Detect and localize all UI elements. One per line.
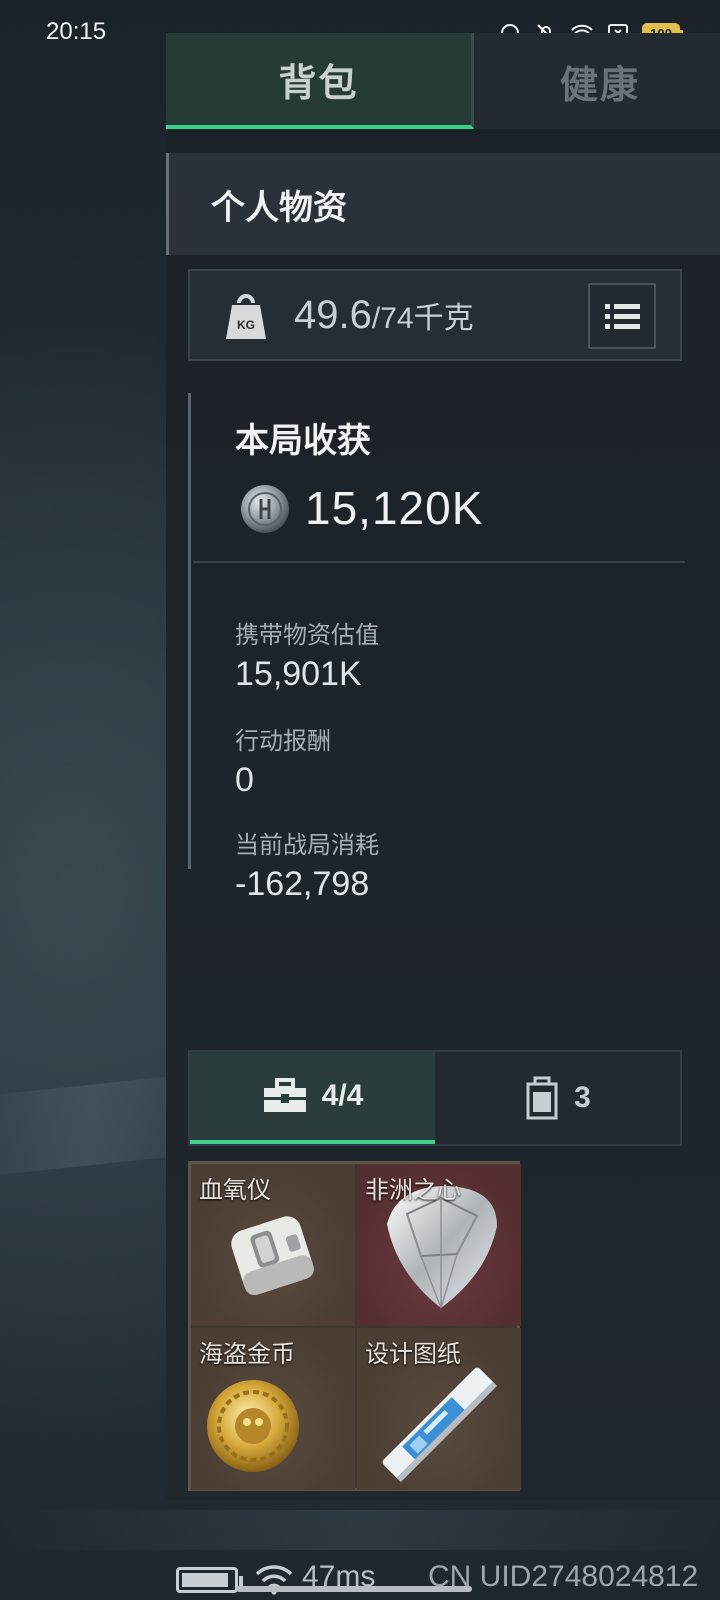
home-indicator[interactable]	[236, 1586, 472, 1592]
item-label: 非洲之心	[365, 1177, 461, 1204]
inventory-panel: 背包 健康 个人物资 KG 49.6/74千克 本局收获 15,120K 携带物…	[166, 33, 720, 1500]
stat-value-consumption: -162,798	[235, 865, 370, 903]
list-view-button[interactable]	[588, 283, 656, 349]
weight-max: /74千克	[371, 302, 474, 335]
backpack-count: 3	[574, 1081, 591, 1114]
harvest-summary: 本局收获 15,120K 携带物资估值 15,901K 行动报酬 0 当前战局消…	[188, 393, 685, 903]
clock: 20:15	[46, 18, 107, 45]
kg-weight-icon: KG	[226, 294, 266, 339]
coin-icon	[241, 485, 289, 533]
item-grid: 血氧仪 非洲之心 海盗金币 设计图纸	[188, 1161, 521, 1491]
harvest-value: 15,120K	[305, 482, 484, 534]
stat-value-reward: 0	[235, 761, 254, 799]
weight-readout: 49.6/74千克	[294, 293, 474, 338]
item-slot[interactable]: 血氧仪	[191, 1164, 355, 1326]
stat-label-reward: 行动报酬	[235, 728, 331, 755]
stat-label-consumption: 当前战局消耗	[235, 832, 379, 859]
stat-label-carried-value: 携带物资估值	[235, 622, 379, 649]
item-slot[interactable]: 海盗金币	[191, 1328, 355, 1490]
secure-case-count: 4/4	[321, 1079, 364, 1112]
svg-text:KG: KG	[237, 318, 255, 332]
tab-backpack-container[interactable]: 3	[435, 1052, 680, 1144]
item-slot[interactable]: 设计图纸	[357, 1328, 521, 1490]
item-slot[interactable]: 非洲之心	[357, 1164, 521, 1326]
item-label: 设计图纸	[365, 1341, 461, 1368]
main-tabs: 背包 健康	[166, 33, 720, 129]
toolbox-icon	[263, 1078, 306, 1112]
tab-secure-case[interactable]: 4/4	[190, 1052, 435, 1144]
item-label: 海盗金币	[199, 1341, 295, 1368]
weight-current: 49.6	[294, 293, 372, 337]
device-battery-icon	[176, 1567, 243, 1593]
item-label: 血氧仪	[199, 1177, 271, 1204]
container-tabs: 4/4 3	[188, 1050, 682, 1146]
weight-box: KG 49.6/74千克	[188, 269, 682, 361]
harvest-title: 本局收获	[235, 422, 371, 460]
stat-value-carried-value: 15,901K	[235, 655, 362, 693]
tab-backpack[interactable]: 背包	[166, 33, 474, 129]
divider	[193, 561, 685, 563]
tab-health[interactable]: 健康	[474, 33, 720, 129]
backpack-icon	[526, 1076, 558, 1120]
section-title: 个人物资	[166, 153, 720, 255]
